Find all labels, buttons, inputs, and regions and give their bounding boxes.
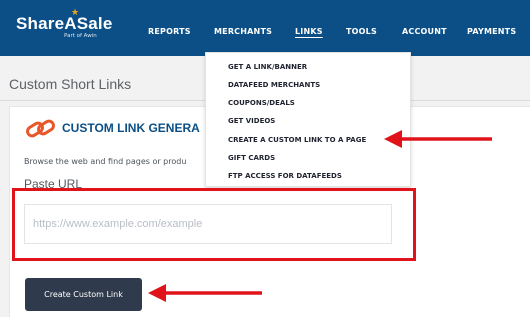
arrow-left-icon <box>148 284 262 302</box>
star-icon: ★ <box>71 8 80 18</box>
card-title: CUSTOM LINK GENERA <box>62 121 200 135</box>
logo-subtext: Part of Awin <box>64 33 97 39</box>
arrow-left-icon <box>384 130 492 148</box>
menu-item-datafeed-merchants[interactable]: DATAFEED MERCHANTS <box>228 81 320 89</box>
logo-text: ShareASale <box>16 14 113 33</box>
links-dropdown-menu: GET A LINK/BANNER DATAFEED MERCHANTS COU… <box>205 52 411 187</box>
nav-merchants[interactable]: MERCHANTS <box>214 27 272 36</box>
menu-item-coupons-deals[interactable]: COUPONS/DEALS <box>228 99 295 107</box>
top-navigation-bar: ShareASale ★ Part of Awin REPORTS MERCHA… <box>0 0 530 56</box>
nav-account[interactable]: ACCOUNT <box>402 27 447 36</box>
menu-item-ftp-access[interactable]: FTP ACCESS FOR DATAFEEDS <box>228 172 342 180</box>
menu-item-get-videos[interactable]: GET VIDEOS <box>228 117 275 125</box>
menu-item-gift-cards[interactable]: GIFT CARDS <box>228 154 275 162</box>
link-icon <box>24 118 58 144</box>
menu-item-get-link-banner[interactable]: GET A LINK/BANNER <box>228 63 307 71</box>
nav-reports[interactable]: REPORTS <box>148 27 191 36</box>
create-custom-link-button[interactable]: Create Custom Link <box>25 278 142 311</box>
menu-item-create-custom-link[interactable]: CREATE A CUSTOM LINK TO A PAGE <box>228 136 366 144</box>
card-description: Browse the web and find pages or produ <box>24 157 187 166</box>
page-title: Custom Short Links <box>9 76 132 92</box>
nav-links[interactable]: LINKS <box>295 27 323 36</box>
logo[interactable]: ShareASale ★ Part of Awin <box>16 8 113 39</box>
nav-payments[interactable]: PAYMENTS <box>467 27 516 36</box>
annotation-highlight-box <box>12 188 416 261</box>
nav-tools[interactable]: TOOLS <box>346 27 377 36</box>
